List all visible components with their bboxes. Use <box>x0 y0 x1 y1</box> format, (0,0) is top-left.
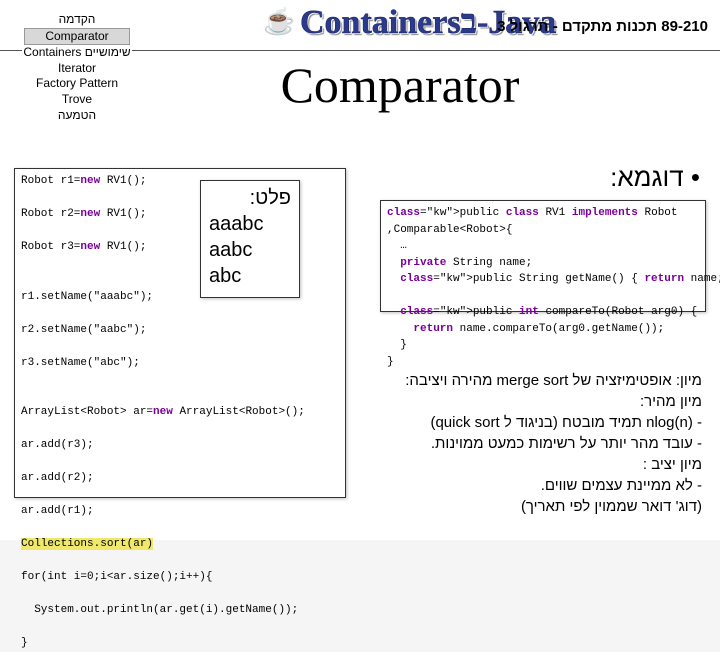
nav-item[interactable]: שימושיים Containers <box>22 45 132 61</box>
slide-title: Comparator <box>160 56 640 114</box>
output-box: פלט: aaabcaabcabc <box>200 180 300 298</box>
nav-item[interactable]: הטמעה <box>22 108 132 124</box>
nav-item[interactable]: Iterator <box>22 61 132 77</box>
output-values: aaabcaabcabc <box>209 211 291 289</box>
java-logo-icon: ☕ <box>263 6 295 46</box>
notes-text: מיון: אופטימיזציה של merge sort מהירה וי… <box>362 370 702 517</box>
code-block-class: class="kw">public class RV1 implements R… <box>380 200 706 312</box>
nav-item[interactable]: Factory Pattern <box>22 76 132 92</box>
nav-item[interactable]: Comparator <box>24 28 130 46</box>
outline-nav: הקדמהComparatorשימושיים ContainersIterat… <box>22 12 132 123</box>
course-code: 89-210 תכנות מתקדם - תרגול 3 <box>497 18 708 35</box>
output-label: פלט: <box>209 185 291 211</box>
nav-item[interactable]: הקדמה <box>22 12 132 28</box>
nav-item[interactable]: Trove <box>22 92 132 108</box>
example-bullet: • דוגמא: <box>610 162 700 193</box>
